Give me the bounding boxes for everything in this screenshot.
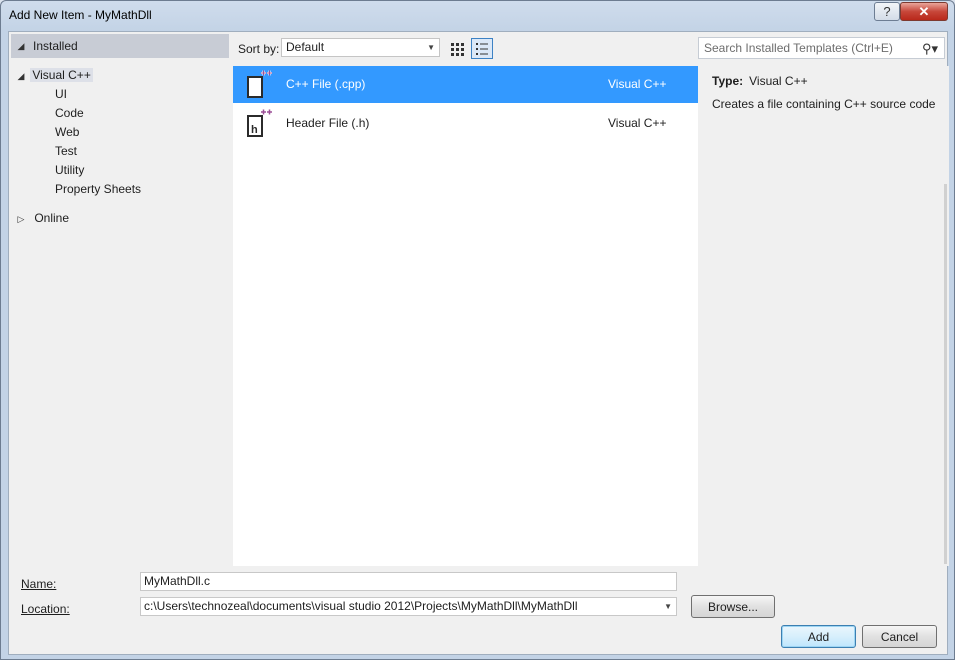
template-name: C++ File (.cpp) xyxy=(286,77,366,91)
location-combobox[interactable]: c:\Users\technozeal\documents\visual stu… xyxy=(140,597,677,616)
search-icon[interactable]: ⚲▾ xyxy=(922,39,938,59)
details-view-button[interactable] xyxy=(471,38,493,59)
browse-label: Browse... xyxy=(707,599,758,614)
sort-by-label: Sort by: xyxy=(238,42,280,56)
help-button[interactable]: ? xyxy=(874,2,900,21)
item-form: Name: MyMathDll.c Location: c:\Users\tec… xyxy=(9,566,947,654)
collapsed-triangle-icon: ▷ xyxy=(17,214,25,224)
location-label-text: Location: xyxy=(21,602,70,616)
title-bar[interactable]: Add New Item - MyMathDll ? ✕ xyxy=(1,1,954,31)
tree-item-ui[interactable]: UI xyxy=(55,85,67,103)
add-label: Add xyxy=(807,629,830,644)
template-language: Visual C++ xyxy=(608,77,667,91)
template-name: Header File (.h) xyxy=(286,116,370,130)
online-label: Online xyxy=(34,211,70,225)
tree-item-visual-cpp[interactable]: ◢ Visual C++ xyxy=(15,66,93,84)
details-scrollbar[interactable] xyxy=(944,184,947,564)
template-type: Type: Visual C++ xyxy=(712,74,808,88)
template-toolbar: Sort by: Default ▼ Search Installed Temp… xyxy=(233,32,949,66)
expanded-triangle-icon: ◢ xyxy=(17,71,25,81)
tree-item-installed[interactable]: ◢ Installed xyxy=(11,34,229,58)
list-view-icon xyxy=(476,42,488,55)
tree-item-property-sheets[interactable]: Property Sheets xyxy=(55,180,141,198)
template-row-cpp-file[interactable]: C++ File (.cpp) Visual C++ xyxy=(233,66,698,103)
tree-item-online[interactable]: ▷ Online xyxy=(15,209,70,227)
sort-by-select[interactable]: Default ▼ xyxy=(281,38,440,57)
close-button[interactable]: ✕ xyxy=(900,2,948,21)
add-new-item-dialog: Add New Item - MyMathDll ? ✕ ◢ Installed… xyxy=(0,0,955,660)
name-label-text: Name: xyxy=(21,577,57,591)
location-value: c:\Users\technozeal\documents\visual stu… xyxy=(144,599,578,613)
grid-view-icon xyxy=(451,42,464,56)
visual-cpp-label: Visual C++ xyxy=(30,68,93,82)
search-placeholder: Search Installed Templates (Ctrl+E) xyxy=(704,41,893,55)
dialog-client: ◢ Installed ◢ Visual C++ UI Code Web Tes… xyxy=(8,31,949,655)
dropdown-arrow-icon[interactable]: ▼ xyxy=(664,598,672,615)
tree-item-utility[interactable]: Utility xyxy=(55,161,84,179)
template-category-tree: ◢ Installed ◢ Visual C++ UI Code Web Tes… xyxy=(9,32,233,566)
location-label: Location: xyxy=(21,602,70,616)
browse-button[interactable]: Browse... xyxy=(691,595,775,618)
add-button[interactable]: Add xyxy=(781,625,856,648)
svg-text:h: h xyxy=(251,124,258,136)
search-templates-input[interactable]: Search Installed Templates (Ctrl+E) ⚲▾ xyxy=(698,37,945,59)
header-file-icon: h xyxy=(247,109,272,137)
window-title: Add New Item - MyMathDll xyxy=(9,8,152,22)
help-icon: ? xyxy=(883,4,891,19)
installed-label: Installed xyxy=(33,39,78,53)
template-language: Visual C++ xyxy=(608,116,667,130)
tree-item-code[interactable]: Code xyxy=(55,104,84,122)
cancel-button[interactable]: Cancel xyxy=(862,625,937,648)
sort-by-value: Default xyxy=(286,40,325,54)
close-icon: ✕ xyxy=(918,3,930,19)
type-value: Visual C++ xyxy=(749,74,808,88)
template-list: C++ File (.cpp) Visual C++ h Header File… xyxy=(233,66,698,566)
name-input[interactable]: MyMathDll.c xyxy=(140,572,677,591)
type-label: Type: xyxy=(712,74,744,88)
dropdown-arrow-icon: ▼ xyxy=(427,43,435,52)
medium-icons-view-button[interactable] xyxy=(446,38,468,59)
name-label: Name: xyxy=(21,577,56,591)
template-row-header-file[interactable]: h Header File (.h) Visual C++ xyxy=(233,105,698,142)
cancel-label: Cancel xyxy=(880,629,919,644)
expanded-triangle-icon: ◢ xyxy=(17,40,25,51)
template-description: Creates a file containing C++ source cod… xyxy=(712,97,936,111)
tree-item-test[interactable]: Test xyxy=(55,142,77,160)
cpp-file-icon xyxy=(247,70,272,98)
tree-item-web[interactable]: Web xyxy=(55,123,79,141)
template-details-pane: Type: Visual C++ Creates a file containin… xyxy=(698,66,949,566)
